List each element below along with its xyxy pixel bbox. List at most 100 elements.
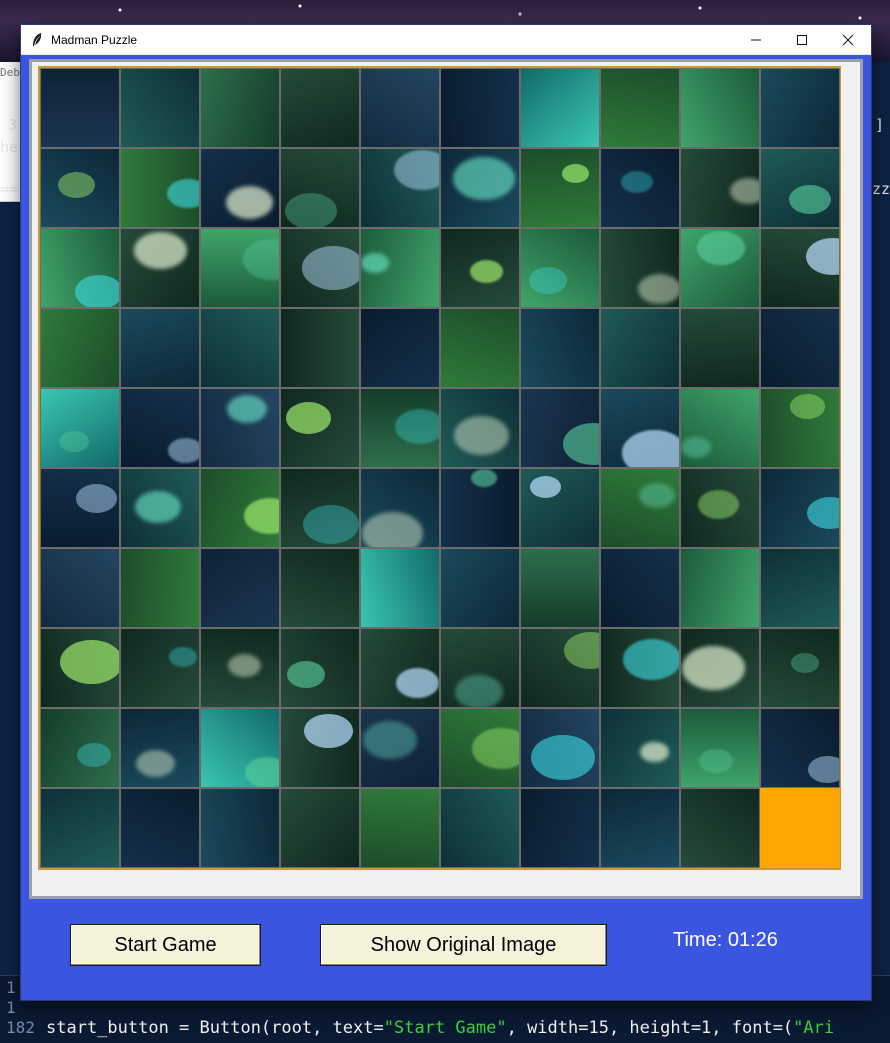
puzzle-tile[interactable] <box>600 708 680 788</box>
close-button[interactable] <box>825 25 871 55</box>
puzzle-tile[interactable] <box>280 548 360 628</box>
puzzle-tile[interactable] <box>280 228 360 308</box>
puzzle-tile[interactable] <box>760 148 840 228</box>
puzzle-empty-tile[interactable] <box>760 788 840 868</box>
puzzle-tile[interactable] <box>120 788 200 868</box>
puzzle-tile[interactable] <box>120 388 200 468</box>
puzzle-tile[interactable] <box>40 788 120 868</box>
puzzle-tile[interactable] <box>40 708 120 788</box>
puzzle-tile[interactable] <box>440 68 520 148</box>
puzzle-tile[interactable] <box>680 388 760 468</box>
puzzle-tile[interactable] <box>280 388 360 468</box>
puzzle-tile[interactable] <box>440 708 520 788</box>
puzzle-tile[interactable] <box>280 148 360 228</box>
puzzle-tile[interactable] <box>680 148 760 228</box>
puzzle-tile[interactable] <box>520 148 600 228</box>
puzzle-tile[interactable] <box>680 68 760 148</box>
puzzle-tile[interactable] <box>200 788 280 868</box>
puzzle-tile[interactable] <box>40 308 120 388</box>
puzzle-tile[interactable] <box>440 788 520 868</box>
puzzle-tile[interactable] <box>760 708 840 788</box>
puzzle-tile[interactable] <box>600 628 680 708</box>
puzzle-tile[interactable] <box>600 308 680 388</box>
puzzle-tile[interactable] <box>680 708 760 788</box>
puzzle-tile[interactable] <box>280 68 360 148</box>
puzzle-tile[interactable] <box>360 548 440 628</box>
puzzle-tile[interactable] <box>760 68 840 148</box>
puzzle-tile[interactable] <box>360 788 440 868</box>
puzzle-tile[interactable] <box>200 228 280 308</box>
puzzle-tile[interactable] <box>360 388 440 468</box>
puzzle-tile[interactable] <box>520 548 600 628</box>
puzzle-tile[interactable] <box>680 228 760 308</box>
puzzle-tile[interactable] <box>760 388 840 468</box>
puzzle-tile[interactable] <box>760 228 840 308</box>
start-game-button[interactable]: Start Game <box>70 924 261 966</box>
puzzle-tile[interactable] <box>120 708 200 788</box>
puzzle-tile[interactable] <box>440 468 520 548</box>
puzzle-tile[interactable] <box>200 308 280 388</box>
puzzle-tile[interactable] <box>280 708 360 788</box>
puzzle-tile[interactable] <box>40 148 120 228</box>
puzzle-tile[interactable] <box>520 788 600 868</box>
puzzle-tile[interactable] <box>440 548 520 628</box>
puzzle-tile[interactable] <box>360 468 440 548</box>
puzzle-tile[interactable] <box>200 148 280 228</box>
puzzle-tile[interactable] <box>600 148 680 228</box>
puzzle-tile[interactable] <box>40 468 120 548</box>
puzzle-tile[interactable] <box>520 468 600 548</box>
puzzle-tile[interactable] <box>520 628 600 708</box>
puzzle-tile[interactable] <box>440 388 520 468</box>
puzzle-tile[interactable] <box>600 788 680 868</box>
puzzle-tile[interactable] <box>280 468 360 548</box>
maximize-button[interactable] <box>779 25 825 55</box>
title-bar[interactable]: Madman Puzzle <box>21 25 871 55</box>
puzzle-tile[interactable] <box>680 308 760 388</box>
puzzle-tile[interactable] <box>200 548 280 628</box>
puzzle-tile[interactable] <box>520 308 600 388</box>
puzzle-tile[interactable] <box>440 228 520 308</box>
puzzle-tile[interactable] <box>40 548 120 628</box>
puzzle-tile[interactable] <box>120 148 200 228</box>
puzzle-tile[interactable] <box>200 68 280 148</box>
puzzle-tile[interactable] <box>680 788 760 868</box>
puzzle-tile[interactable] <box>760 548 840 628</box>
puzzle-tile[interactable] <box>600 388 680 468</box>
puzzle-tile[interactable] <box>120 468 200 548</box>
puzzle-tile[interactable] <box>120 68 200 148</box>
puzzle-tile[interactable] <box>40 628 120 708</box>
puzzle-tile[interactable] <box>600 68 680 148</box>
puzzle-tile[interactable] <box>360 708 440 788</box>
puzzle-tile[interactable] <box>600 468 680 548</box>
puzzle-tile[interactable] <box>520 708 600 788</box>
puzzle-tile[interactable] <box>200 708 280 788</box>
puzzle-tile[interactable] <box>600 228 680 308</box>
puzzle-tile[interactable] <box>600 548 680 628</box>
puzzle-tile[interactable] <box>280 628 360 708</box>
puzzle-tile[interactable] <box>520 388 600 468</box>
puzzle-tile[interactable] <box>760 308 840 388</box>
puzzle-tile[interactable] <box>360 308 440 388</box>
puzzle-tile[interactable] <box>120 308 200 388</box>
puzzle-tile[interactable] <box>40 68 120 148</box>
puzzle-tile[interactable] <box>680 468 760 548</box>
puzzle-tile[interactable] <box>200 468 280 548</box>
puzzle-tile[interactable] <box>760 468 840 548</box>
puzzle-tile[interactable] <box>40 228 120 308</box>
puzzle-tile[interactable] <box>280 308 360 388</box>
puzzle-tile[interactable] <box>360 228 440 308</box>
puzzle-tile[interactable] <box>120 228 200 308</box>
minimize-button[interactable] <box>733 25 779 55</box>
puzzle-tile[interactable] <box>440 148 520 228</box>
puzzle-tile[interactable] <box>440 308 520 388</box>
puzzle-tile[interactable] <box>120 548 200 628</box>
show-original-image-button[interactable]: Show Original Image <box>320 924 607 966</box>
puzzle-tile[interactable] <box>200 388 280 468</box>
puzzle-tile[interactable] <box>360 68 440 148</box>
puzzle-tile[interactable] <box>200 628 280 708</box>
puzzle-tile[interactable] <box>360 148 440 228</box>
puzzle-tile[interactable] <box>120 628 200 708</box>
puzzle-tile[interactable] <box>280 788 360 868</box>
puzzle-tile[interactable] <box>40 388 120 468</box>
puzzle-tile[interactable] <box>680 628 760 708</box>
